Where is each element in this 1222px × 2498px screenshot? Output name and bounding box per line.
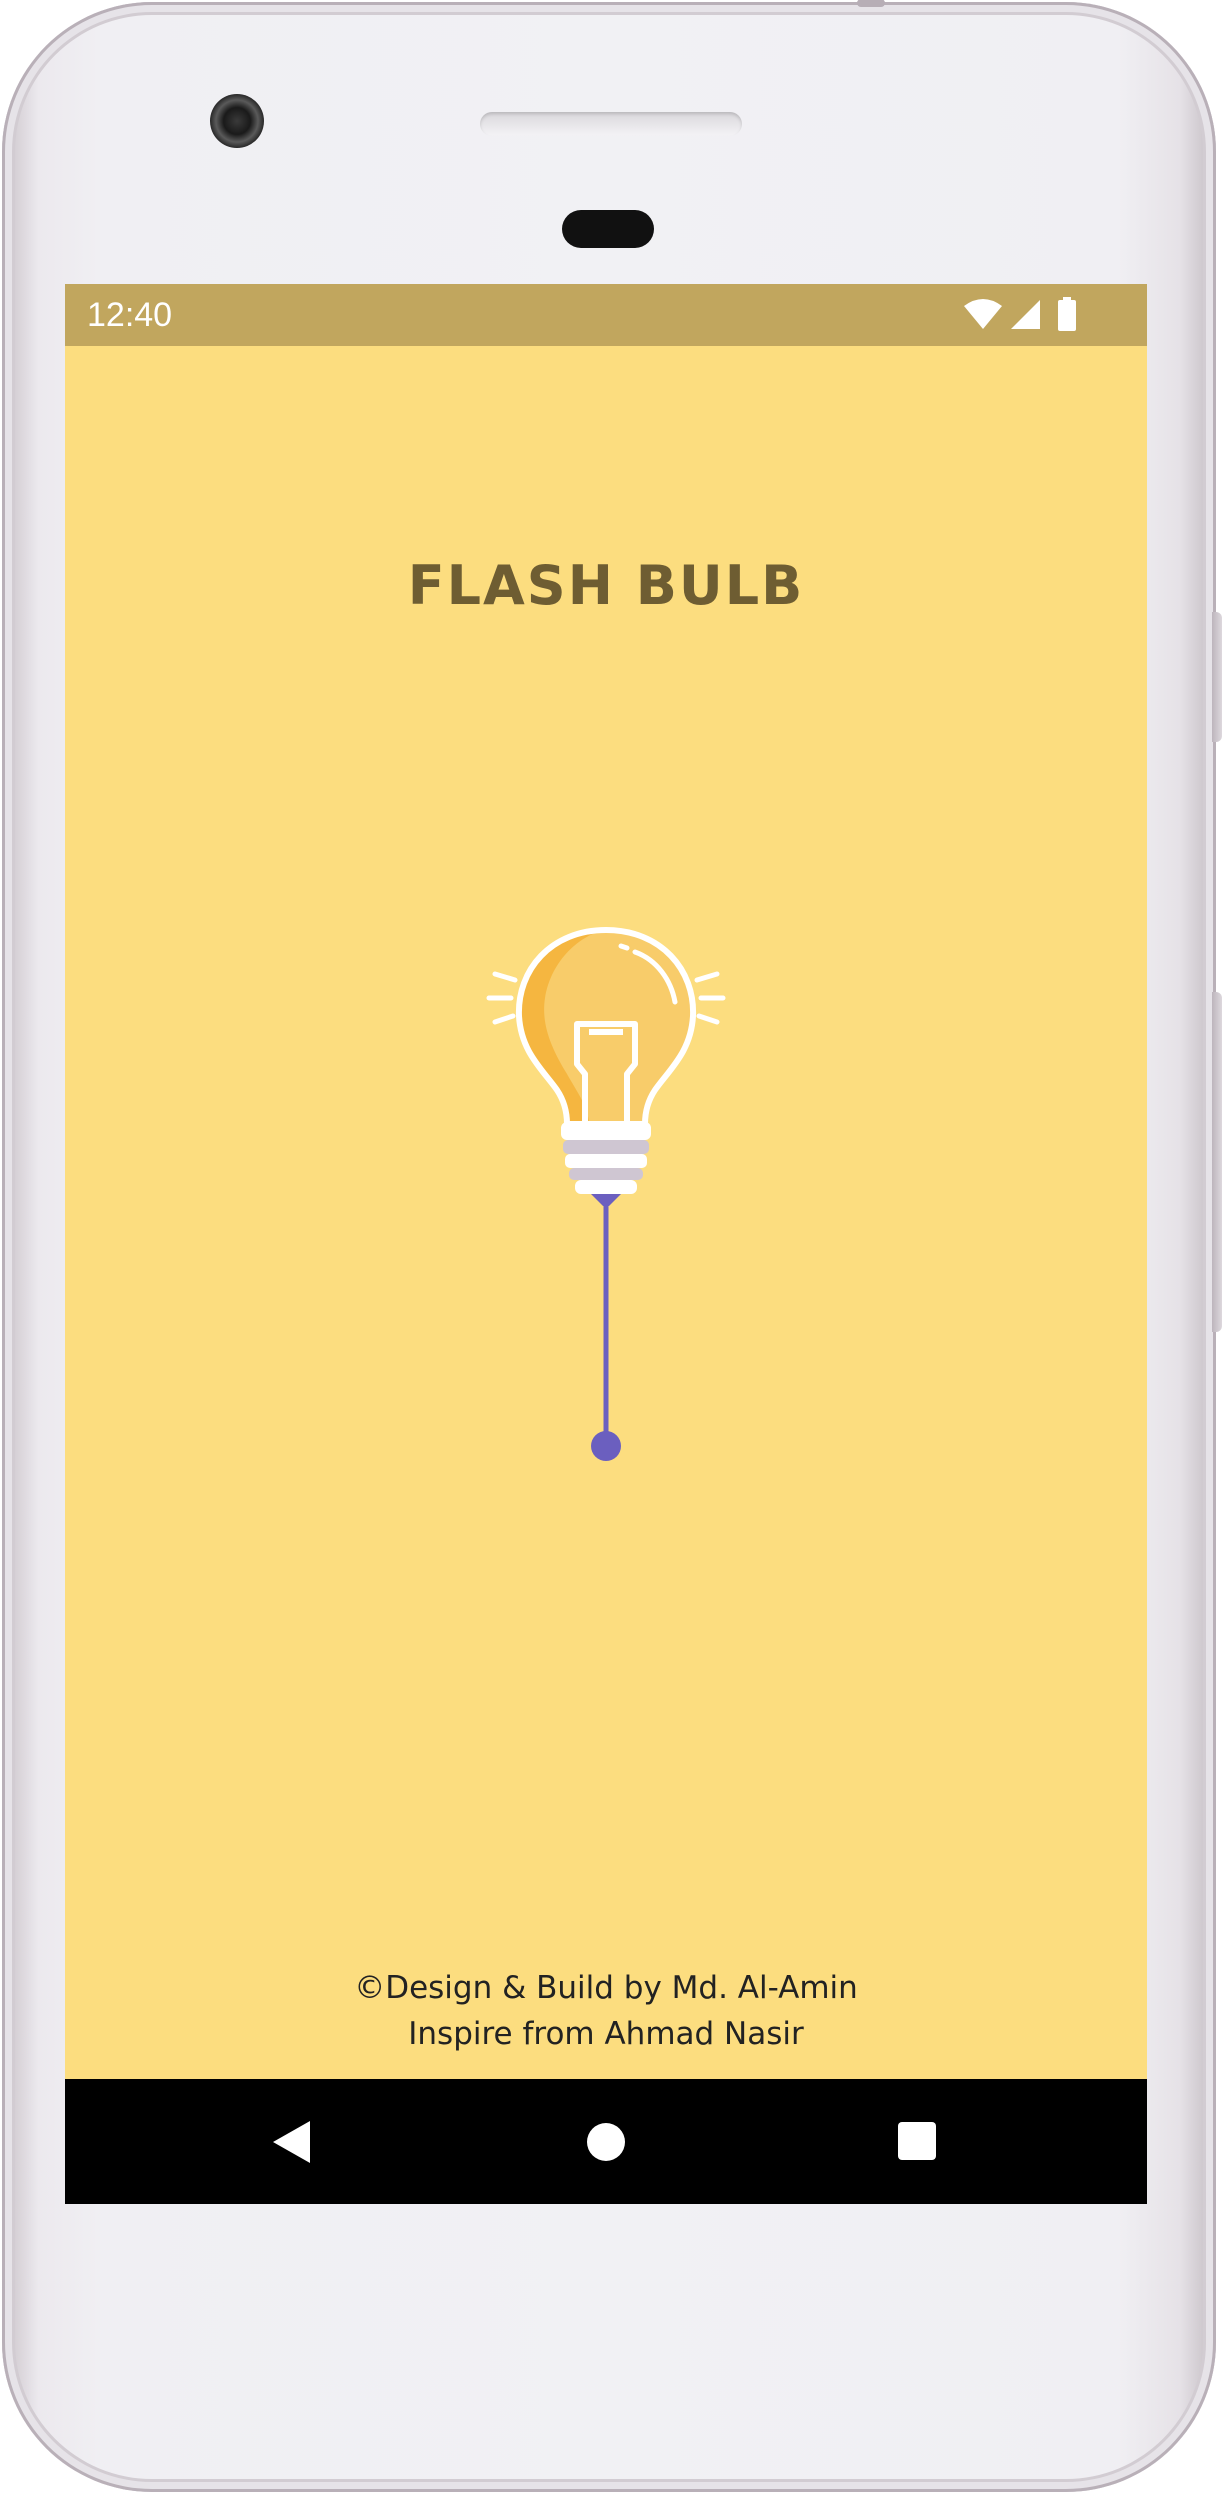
earpiece — [562, 210, 654, 248]
app-title: FLASH BULB — [407, 554, 805, 617]
navigation-bar — [65, 2079, 1147, 2204]
wifi-icon — [963, 298, 1003, 334]
status-bar: 12:40 — [65, 284, 1147, 346]
battery-icon — [1057, 297, 1077, 335]
inspire-line: Inspire from Ahmad Nasir — [408, 2016, 804, 2052]
volume-button — [1212, 612, 1222, 742]
bulb-switch[interactable] — [485, 924, 727, 1464]
pull-cord-knob — [591, 1431, 621, 1461]
back-icon[interactable] — [273, 2121, 310, 2163]
side-button — [1212, 992, 1222, 1332]
power-nub — [857, 0, 885, 7]
front-camera — [210, 94, 264, 148]
top-speaker — [480, 112, 742, 136]
home-icon[interactable] — [587, 2123, 625, 2161]
credit-line: ©Design & Build by Md. Al-Amin — [354, 1970, 858, 2006]
cell-signal-icon — [1009, 298, 1041, 334]
recent-apps-icon[interactable] — [898, 2122, 936, 2160]
light-bulb-icon — [486, 926, 726, 1461]
phone-frame: 12:40 FLASH BULB ©Design & Build by Md. … — [2, 0, 1222, 2492]
status-icons — [963, 297, 1077, 335]
screen: 12:40 FLASH BULB ©Design & Build by Md. … — [65, 284, 1147, 2204]
status-time: 12:40 — [87, 296, 173, 334]
